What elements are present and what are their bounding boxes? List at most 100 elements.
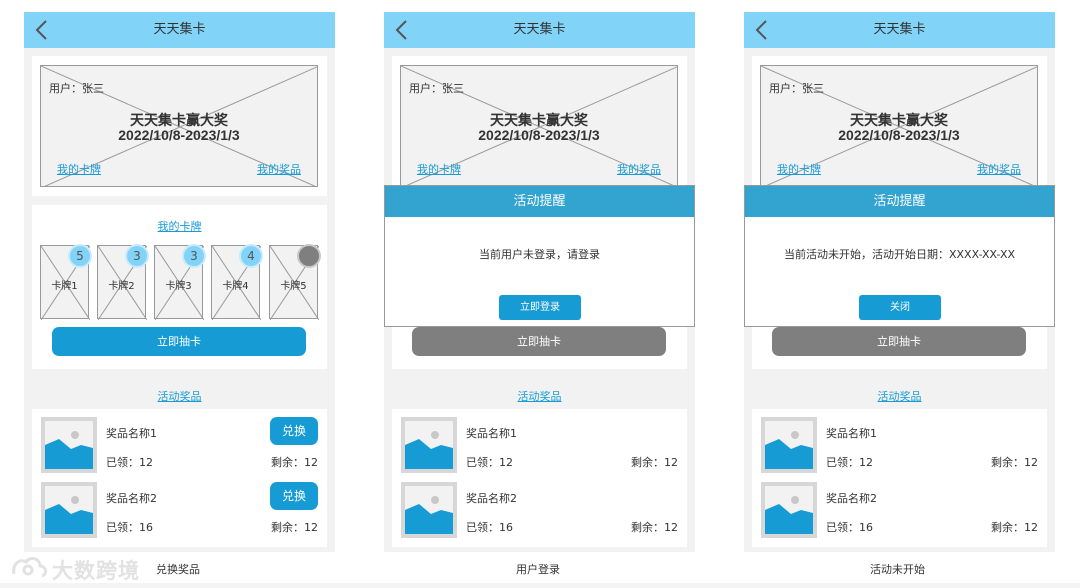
prize-list: 奖品名称1 已领：12 剩余：12 奖品名称2 已领：16 剩余：12 <box>752 409 1047 547</box>
caption-exchange: 兑换奖品 <box>156 563 200 576</box>
prize-remaining: 剩余：12 <box>991 456 1038 469</box>
card-count-badge: 3 <box>125 244 149 268</box>
card-item[interactable]: 卡牌1 5 <box>40 244 92 320</box>
banner-date: 2022/10/8-2023/1/3 <box>478 127 600 143</box>
user-name: 用户：张三 <box>49 82 104 95</box>
page-title: 天天集卡 <box>153 22 206 37</box>
prize-remaining: 剩余：12 <box>271 521 318 534</box>
banner-card: 用户：张三 天天集卡赢大奖 2022/10/8-2023/1/3 我的卡牌 我的… <box>32 56 327 196</box>
prize-image <box>41 482 97 538</box>
phone-screen-not-started: 天天集卡 用户：张三 天天集卡赢大奖 2022/10/8-2023/1/3 我的… <box>744 12 1055 552</box>
prize-claimed: 已领：12 <box>106 456 153 469</box>
list-item: 奖品名称1 已领：12 剩余：12 <box>752 409 1047 473</box>
draw-card-button-disabled[interactable]: 立即抽卡 <box>772 327 1026 356</box>
card-count-badge: 4 <box>239 244 263 268</box>
banner-image-placeholder: 用户：张三 天天集卡赢大奖 2022/10/8-2023/1/3 我的卡牌 我的… <box>40 65 318 187</box>
prize-claimed: 已领：12 <box>826 456 873 469</box>
my-cards-link[interactable]: 我的卡牌 <box>57 161 101 177</box>
prize-claimed: 已领：16 <box>466 521 513 534</box>
image-placeholder-icon <box>765 431 813 469</box>
list-item: 奖品名称2 已领：16 剩余：12 <box>392 474 687 538</box>
card-label: 卡牌1 <box>51 281 78 292</box>
exchange-button[interactable]: 兑换 <box>270 482 318 510</box>
card-item[interactable]: 卡牌3 3 <box>154 244 206 320</box>
list-item: 奖品名称1 已领：12 剩余：12 兑换 <box>32 409 327 473</box>
caption-not-started: 活动未开始 <box>870 563 925 576</box>
prize-image <box>401 482 457 538</box>
divider <box>0 583 1080 588</box>
activity-prizes-link[interactable]: 活动奖品 <box>744 388 1055 404</box>
watermark-logo: 大数跨境 <box>10 554 150 583</box>
card-count-badge: 3 <box>182 244 206 268</box>
user-name: 用户：张三 <box>769 82 824 95</box>
banner-card: 用户：张三 天天集卡赢大奖 2022/10/8-2023/1/3 我的卡牌 我的… <box>392 56 687 196</box>
activity-prizes-link[interactable]: 活动奖品 <box>24 388 335 404</box>
image-placeholder-icon <box>765 496 813 534</box>
my-prizes-link[interactable]: 我的奖品 <box>977 161 1021 177</box>
prize-claimed: 已领：16 <box>826 521 873 534</box>
prize-image <box>761 482 817 538</box>
my-prizes-link[interactable]: 我的奖品 <box>257 161 301 177</box>
card-label: 卡牌4 <box>222 281 249 292</box>
card-label: 卡牌5 <box>280 281 307 292</box>
banner-date: 2022/10/8-2023/1/3 <box>118 127 240 143</box>
banner-card: 用户：张三 天天集卡赢大奖 2022/10/8-2023/1/3 我的卡牌 我的… <box>752 56 1047 196</box>
banner-image-placeholder: 用户：张三 天天集卡赢大奖 2022/10/8-2023/1/3 我的卡牌 我的… <box>760 65 1038 187</box>
exchange-button[interactable]: 兑换 <box>270 417 318 445</box>
prize-name: 奖品名称1 <box>466 427 517 440</box>
phone-screen-login: 天天集卡 用户：张三 天天集卡赢大奖 2022/10/8-2023/1/3 我的… <box>384 12 695 552</box>
dialog-message: 当前用户未登录，请登录 <box>479 248 600 261</box>
caption-login: 用户登录 <box>516 563 560 576</box>
prize-remaining: 剩余：12 <box>631 521 678 534</box>
card-item[interactable]: 卡牌5 <box>269 244 321 320</box>
card-label: 卡牌2 <box>108 281 135 292</box>
page-title: 天天集卡 <box>873 22 926 37</box>
prize-name: 奖品名称1 <box>106 427 157 440</box>
image-placeholder-icon <box>405 431 453 469</box>
my-cards-link[interactable]: 我的卡牌 <box>417 161 461 177</box>
dialog-title: 活动提醒 <box>745 186 1054 217</box>
my-cards-title-link[interactable]: 我的卡牌 <box>32 218 327 234</box>
list-item: 奖品名称1 已领：12 剩余：12 <box>392 409 687 473</box>
prize-name: 奖品名称2 <box>826 492 877 505</box>
login-reminder-dialog: 活动提醒 当前用户未登录，请登录 立即登录 <box>384 185 695 327</box>
my-cards-link[interactable]: 我的卡牌 <box>777 161 821 177</box>
draw-card-button[interactable]: 立即抽卡 <box>52 327 306 356</box>
banner-date: 2022/10/8-2023/1/3 <box>838 127 960 143</box>
list-item: 奖品名称2 已领：16 剩余：12 <box>752 474 1047 538</box>
card-count-badge: 5 <box>68 244 92 268</box>
activity-prizes-link[interactable]: 活动奖品 <box>384 388 695 404</box>
close-button[interactable]: 关闭 <box>859 295 941 320</box>
prize-name: 奖品名称2 <box>466 492 517 505</box>
card-label: 卡牌3 <box>165 281 192 292</box>
prize-claimed: 已领：12 <box>466 456 513 469</box>
watermark-logo-icon <box>12 557 48 578</box>
dialog-message: 当前活动未开始，活动开始日期：XXXX-XX-XX <box>783 248 1016 261</box>
watermark-text: 大数跨境 <box>52 559 140 583</box>
user-name: 用户：张三 <box>409 82 464 95</box>
prize-image <box>761 417 817 473</box>
page-title: 天天集卡 <box>513 22 566 37</box>
prize-list: 奖品名称1 已领：12 剩余：12 兑换 奖品名称2 已领：16 剩余：12 兑… <box>32 409 327 547</box>
top-bar: 天天集卡 <box>744 12 1055 48</box>
prize-list: 奖品名称1 已领：12 剩余：12 奖品名称2 已领：16 剩余：12 <box>392 409 687 547</box>
card-item[interactable]: 卡牌2 3 <box>97 244 149 320</box>
draw-card-button-disabled[interactable]: 立即抽卡 <box>412 327 666 356</box>
prize-name: 奖品名称2 <box>106 492 157 505</box>
prize-remaining: 剩余：12 <box>271 456 318 469</box>
prize-name: 奖品名称1 <box>826 427 877 440</box>
prize-claimed: 已领：16 <box>106 521 153 534</box>
image-placeholder-icon <box>45 496 93 534</box>
list-item: 奖品名称2 已领：16 剩余：12 兑换 <box>32 474 327 538</box>
banner-image-placeholder: 用户：张三 天天集卡赢大奖 2022/10/8-2023/1/3 我的卡牌 我的… <box>400 65 678 187</box>
my-prizes-link[interactable]: 我的奖品 <box>617 161 661 177</box>
top-bar: 天天集卡 <box>384 12 695 48</box>
phone-screen-exchange: 天天集卡 用户：张三 天天集卡赢大奖 2022/10/8-2023/1/3 我的… <box>24 12 335 552</box>
image-placeholder-icon <box>45 431 93 469</box>
card-count-badge-empty <box>297 244 321 268</box>
dialog-title: 活动提醒 <box>385 186 694 217</box>
image-placeholder-icon <box>405 496 453 534</box>
card-item[interactable]: 卡牌4 4 <box>211 244 263 320</box>
prize-image <box>41 417 97 473</box>
login-now-button[interactable]: 立即登录 <box>499 295 581 320</box>
